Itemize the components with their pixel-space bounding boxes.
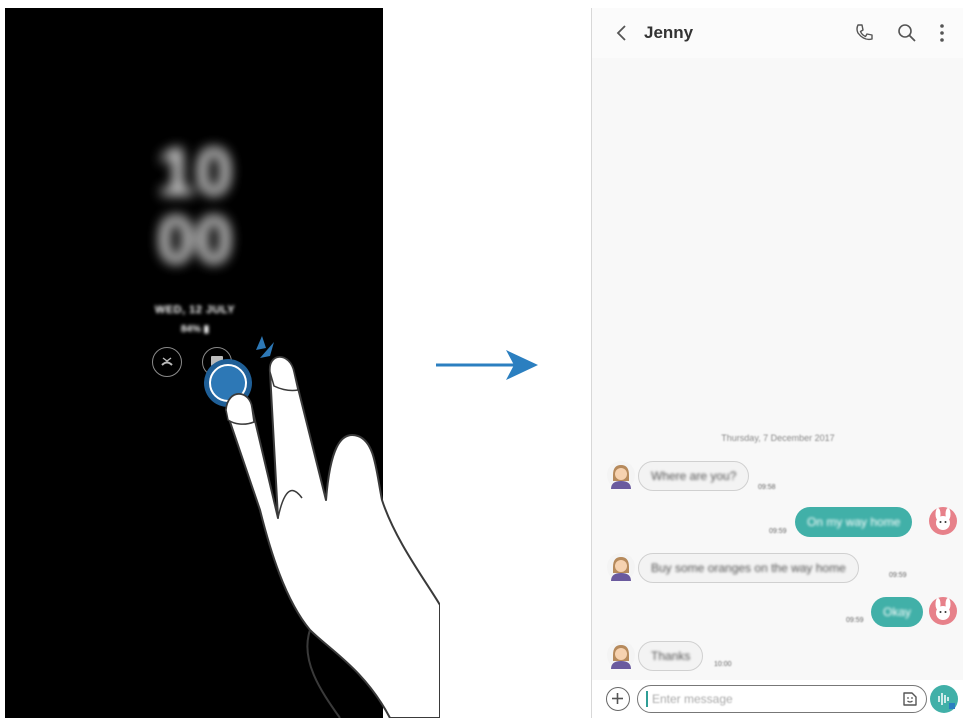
message-text: On my way home	[807, 515, 901, 529]
aod-clock-hour: 10	[157, 134, 233, 210]
aod-clock: 10 00	[145, 138, 245, 274]
message-time: 09:59	[769, 528, 787, 535]
hand-shape	[225, 356, 440, 718]
message-text: Okay	[883, 605, 912, 619]
contact-name: Jenny	[644, 23, 694, 42]
message-text: Where are you?	[651, 469, 737, 483]
avatar-jenny[interactable]	[607, 553, 635, 581]
aod-date: WED, 12 JULY	[154, 304, 236, 316]
missed-call-icon	[161, 357, 173, 366]
text-cursor	[646, 691, 648, 707]
message-time: 10:00	[714, 661, 732, 668]
message-time: 09:59	[846, 617, 864, 624]
missed-call-notification[interactable]	[152, 347, 182, 377]
message-input[interactable]: Enter message	[637, 685, 927, 713]
avatar-jenny[interactable]	[607, 641, 635, 669]
conversation-header: Jenny	[592, 8, 963, 58]
messages-screen: Jenny Thursday, 7 December 2017 Where ar…	[591, 8, 963, 718]
aod-clock-minute: 00	[157, 202, 233, 278]
message-text: Thanks	[651, 649, 691, 663]
message-bubble-outgoing[interactable]: On my way home	[795, 507, 913, 537]
more-vertical-icon[interactable]	[930, 21, 954, 45]
message-bubble-incoming[interactable]: Where are you?	[638, 461, 750, 491]
plus-icon	[612, 693, 623, 704]
avatar-jenny[interactable]	[607, 461, 635, 489]
search-icon[interactable]	[895, 21, 919, 45]
message-bubble-outgoing[interactable]: Okay	[871, 597, 924, 627]
avatar-me[interactable]	[929, 507, 957, 535]
message-time: 09:59	[889, 572, 907, 579]
avatar-me[interactable]	[929, 597, 957, 625]
transition-arrow	[436, 350, 538, 380]
phone-icon[interactable]	[852, 21, 876, 45]
voice-message-button[interactable]	[930, 685, 958, 713]
message-bubble-incoming[interactable]: Buy some oranges on the way home	[638, 553, 859, 583]
voice-icon	[938, 693, 955, 709]
add-attachment-button[interactable]	[606, 687, 630, 711]
date-separator: Thursday, 7 December 2017	[721, 433, 835, 443]
chevron-left-icon[interactable]	[610, 21, 634, 45]
message-time: 09:58	[758, 484, 776, 491]
double-tap-hand-illustration	[204, 336, 440, 718]
message-input-placeholder: Enter message	[652, 692, 733, 706]
tap-sparkle-icon	[256, 336, 266, 350]
message-bubble-incoming[interactable]: Thanks	[638, 641, 704, 671]
message-text: Buy some oranges on the way home	[651, 561, 846, 575]
sticker-icon[interactable]	[900, 689, 920, 709]
message-composer: Enter message	[592, 680, 963, 718]
